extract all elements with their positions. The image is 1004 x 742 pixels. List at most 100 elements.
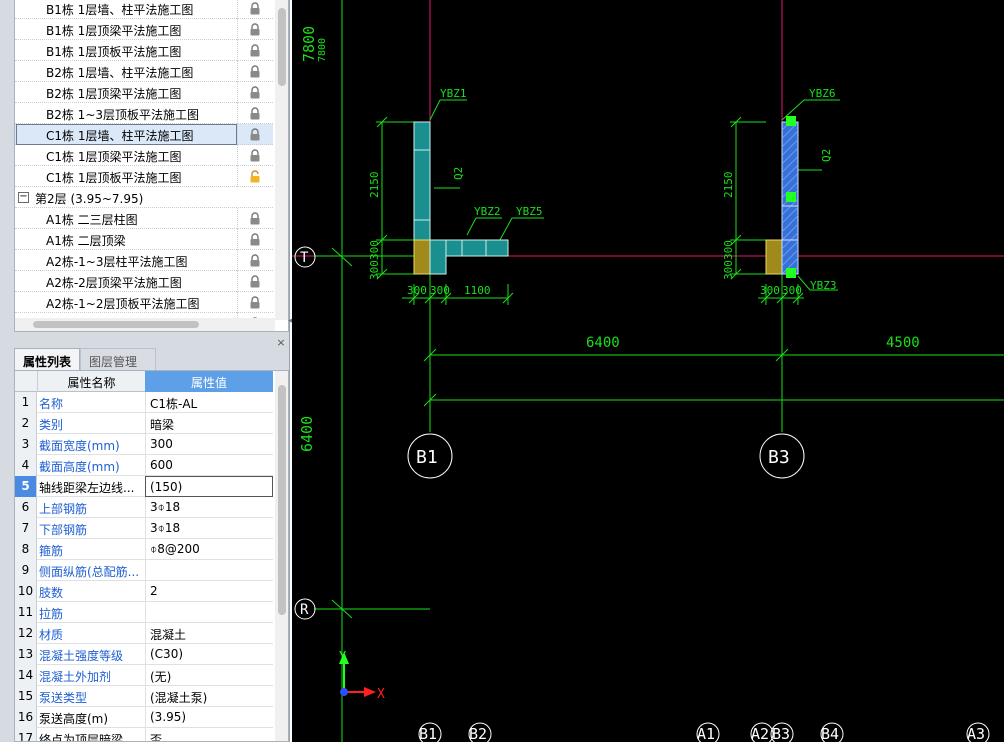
property-row[interactable]: 13 混凝土强度等级 (C30) [15, 644, 273, 665]
property-row-number[interactable]: 9 [15, 560, 37, 581]
tree-group-row[interactable]: − 第2层 (3.95~7.95) [15, 187, 273, 208]
column-header-value[interactable]: 属性值 [145, 371, 273, 392]
property-value[interactable]: 暗梁 [145, 413, 273, 434]
tree-item[interactable]: B1栋 1层墙、柱平法施工图 [15, 0, 273, 19]
property-row-number[interactable]: 16 [15, 707, 37, 728]
tree-item[interactable]: B1栋 1层顶梁平法施工图 [15, 19, 273, 40]
lock-icon[interactable] [237, 0, 273, 19]
unlock-icon[interactable] [237, 166, 273, 187]
label-ybz6[interactable]: YBZ6 [809, 87, 836, 100]
scroll-thumb[interactable] [33, 321, 199, 328]
property-value[interactable]: C1栋-AL [145, 392, 273, 413]
axis-label-b1[interactable]: B1 [416, 447, 438, 468]
property-value[interactable] [145, 560, 273, 581]
label-ybz5[interactable]: YBZ5 [516, 205, 543, 218]
property-value-input[interactable]: (150) [145, 476, 273, 497]
property-row[interactable]: 5 轴线距梁左边线... (150) [15, 476, 273, 497]
property-row-number[interactable]: 15 [15, 686, 37, 707]
property-value[interactable]: ⌽8@200 [145, 539, 273, 560]
property-row[interactable]: 4 截面高度(mm) 600 [15, 455, 273, 476]
lock-icon[interactable] [237, 292, 273, 313]
property-value[interactable] [145, 602, 273, 623]
property-row[interactable]: 1 名称 C1栋-AL [15, 392, 273, 413]
tree-item[interactable]: B1栋 1层顶板平法施工图 [15, 40, 273, 61]
label-q2-left[interactable]: Q2 [452, 167, 465, 180]
property-value[interactable]: 3⌽18 [145, 497, 273, 518]
tree-item[interactable]: A2栋-1~2层顶板平法施工图 [15, 292, 273, 313]
label-q2-right[interactable]: Q2 [820, 149, 833, 162]
property-value[interactable]: 否 [145, 728, 273, 741]
tree-item[interactable]: A2栋-1~3层柱平法施工图 [15, 250, 273, 271]
axis-label-t[interactable]: T [300, 250, 309, 266]
property-row-number[interactable]: 17 [15, 728, 37, 741]
property-value[interactable]: 3⌽18 [145, 518, 273, 539]
label-ybz1[interactable]: YBZ1 [440, 87, 467, 100]
axis-label-b3[interactable]: B3 [768, 447, 790, 468]
property-row[interactable]: 2 类别 暗梁 [15, 413, 273, 434]
property-row-number[interactable]: 2 [15, 413, 37, 434]
property-row-number[interactable]: 6 [15, 497, 37, 518]
tree-item[interactable]: A2栋-2层顶梁平法施工图 [15, 271, 273, 292]
property-row[interactable]: 7 下部钢筋 3⌽18 [15, 518, 273, 539]
property-row-number[interactable]: 4 [15, 455, 37, 476]
property-value[interactable]: (3.95) [145, 707, 273, 728]
property-row-number[interactable]: 3 [15, 434, 37, 455]
tree-horizontal-scrollbar[interactable] [15, 318, 275, 331]
property-row[interactable]: 15 泵送类型 (混凝土泵) [15, 686, 273, 707]
cad-drawing[interactable]: 7800 7800 6400 6400 4500 2150 300 300 30… [292, 0, 1004, 742]
bottom-axis-label[interactable]: B4 [821, 725, 839, 742]
tree-item[interactable]: A1栋 二三层柱图 [15, 208, 273, 229]
cad-canvas[interactable]: 7800 7800 6400 6400 4500 2150 300 300 30… [292, 0, 1004, 742]
property-row-number[interactable]: 13 [15, 644, 37, 665]
property-value[interactable]: (C30) [145, 644, 273, 665]
lock-icon[interactable] [237, 19, 273, 40]
lock-icon[interactable] [237, 40, 273, 61]
label-ybz3[interactable]: YBZ3 [810, 279, 837, 292]
property-row-number[interactable]: 1 [15, 392, 37, 413]
column-header-name[interactable]: 属性名称 [37, 371, 145, 392]
property-row[interactable]: 16 泵送高度(m) (3.95) [15, 707, 273, 728]
property-row-number[interactable]: 5 [15, 476, 37, 497]
label-ybz2[interactable]: YBZ2 [474, 205, 501, 218]
tab-layer-management[interactable]: 图层管理 [80, 348, 156, 370]
property-row[interactable]: 9 侧面纵筋(总配筋... [15, 560, 273, 581]
tree-item[interactable]: A1栋 二层顶梁 [15, 229, 273, 250]
lock-icon[interactable] [237, 103, 273, 124]
property-row-number[interactable]: 14 [15, 665, 37, 686]
bottom-axis-label[interactable]: A1 [697, 725, 715, 742]
bottom-axis-label[interactable]: A2 [751, 725, 769, 742]
bottom-axis-label[interactable]: A3 [967, 725, 985, 742]
property-value[interactable]: (无) [145, 665, 273, 686]
tree-item[interactable]: B2栋 1~3层顶板平法施工图 [15, 103, 273, 124]
column-group-b1[interactable] [413, 121, 509, 275]
lock-icon[interactable] [237, 250, 273, 271]
property-row[interactable]: 6 上部钢筋 3⌽18 [15, 497, 273, 518]
tree-item[interactable]: C1栋 1层墙、柱平法施工图 [15, 124, 273, 145]
tree-item[interactable]: C1栋 1层顶板平法施工图 [15, 166, 273, 187]
property-value[interactable]: 2 [145, 581, 273, 602]
scroll-thumb[interactable] [278, 385, 286, 615]
lock-icon[interactable] [237, 208, 273, 229]
property-row[interactable]: 10 肢数 2 [15, 581, 273, 602]
tree-item[interactable]: B2栋 1层顶梁平法施工图 [15, 82, 273, 103]
property-row[interactable]: 3 截面宽度(mm) 300 [15, 434, 273, 455]
collapse-icon[interactable]: − [18, 192, 29, 203]
lock-icon[interactable] [237, 82, 273, 103]
lock-icon[interactable] [237, 145, 273, 166]
lock-icon[interactable] [237, 229, 273, 250]
scroll-thumb[interactable] [278, 8, 286, 86]
property-value[interactable]: 300 [145, 434, 273, 455]
drawing-tree[interactable]: B1栋 1层墙、柱平法施工图 B1栋 1层顶梁平法施工图 B1栋 1层顶板平法施工图… [14, 0, 289, 332]
bottom-axis-label[interactable]: B2 [469, 725, 487, 742]
column-group-b3[interactable] [765, 116, 799, 278]
axis-label-r[interactable]: R [300, 602, 309, 618]
close-icon[interactable]: × [276, 337, 286, 348]
property-value[interactable]: (混凝土泵) [145, 686, 273, 707]
lock-icon[interactable] [237, 271, 273, 292]
tree-item[interactable]: C1栋 1层顶梁平法施工图 [15, 145, 273, 166]
property-row[interactable]: 8 箍筋 ⌽8@200 [15, 539, 273, 560]
tab-property-list[interactable]: 属性列表 [14, 348, 80, 370]
property-value[interactable]: 混凝土 [145, 623, 273, 644]
property-row-number[interactable]: 7 [15, 518, 37, 539]
property-row[interactable]: 12 材质 混凝土 [15, 623, 273, 644]
